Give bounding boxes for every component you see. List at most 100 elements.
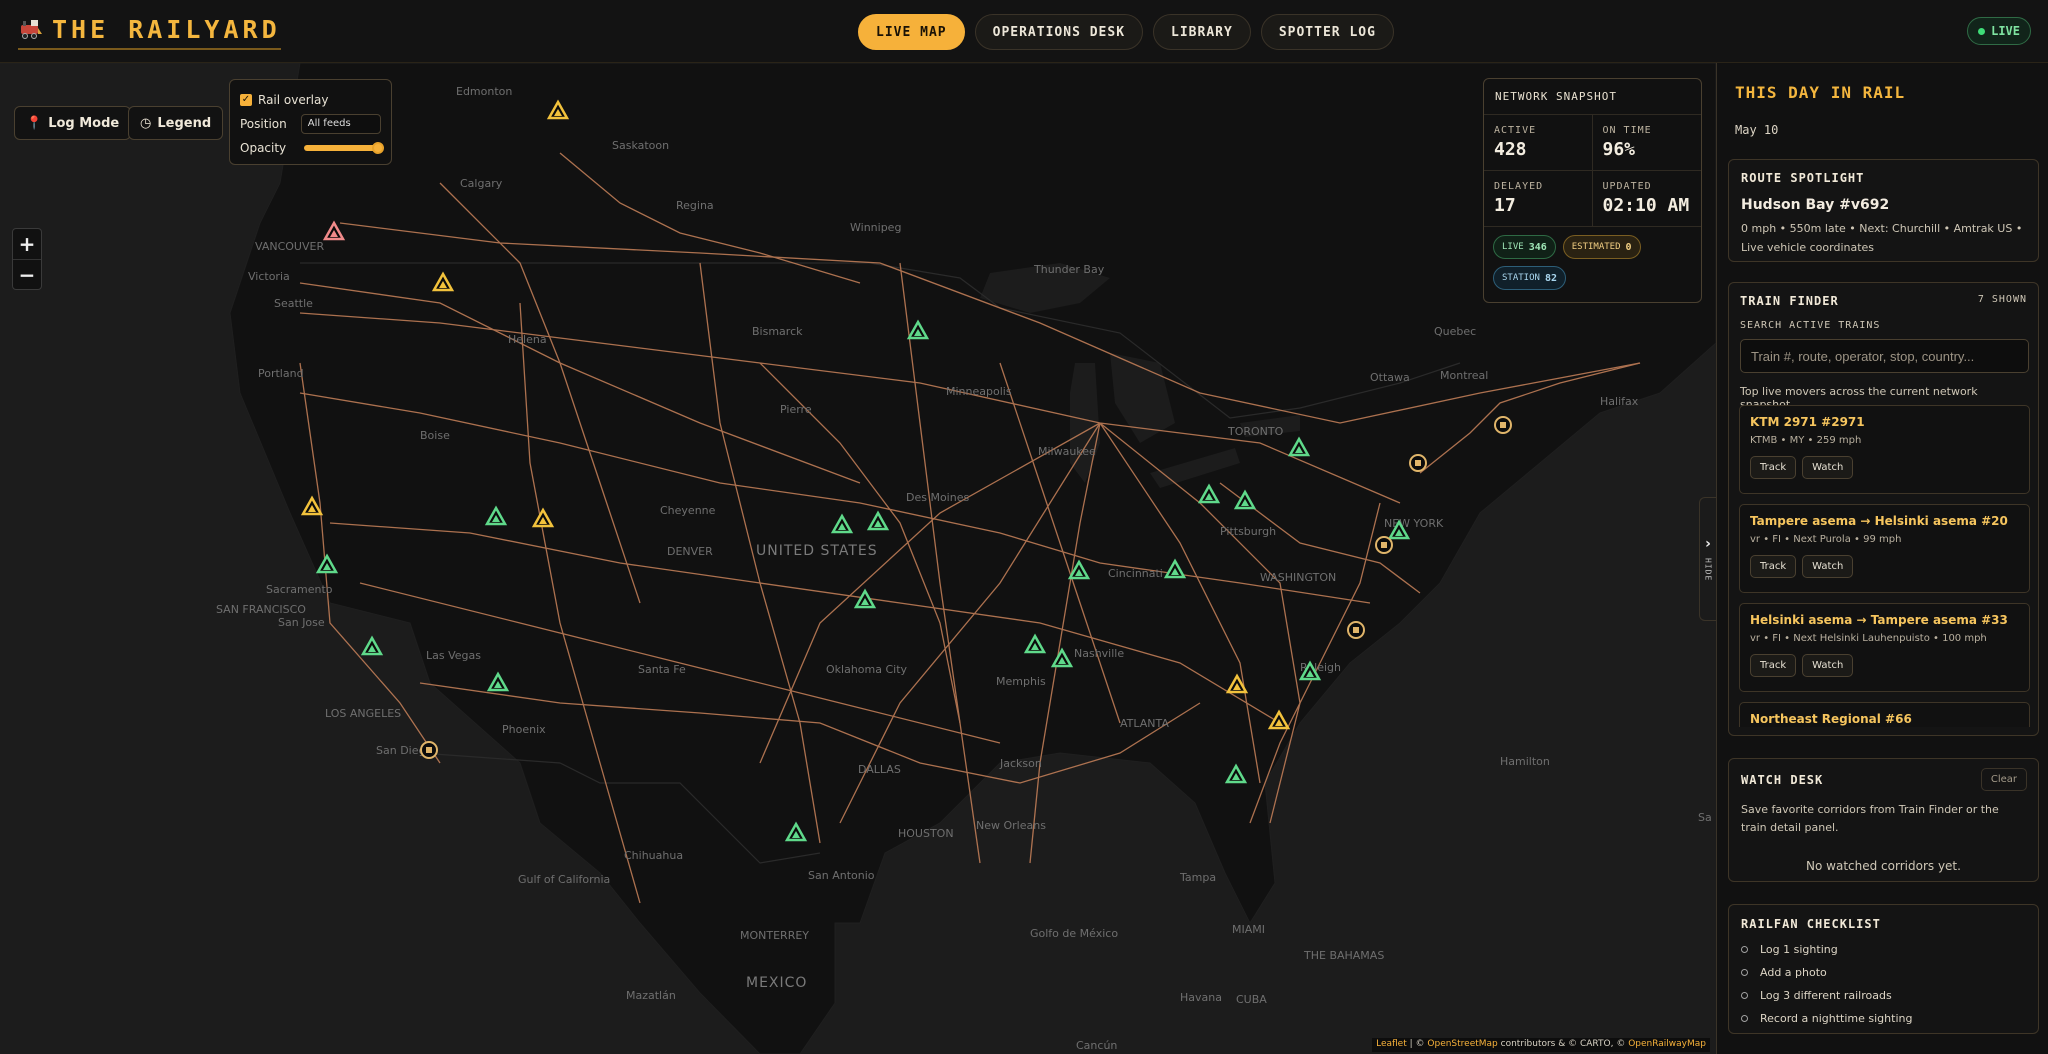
train-list-item[interactable]: Tampere asema → Helsinki asema #20 vr • …: [1739, 504, 2030, 593]
train-marker-ontime[interactable]: [854, 589, 876, 609]
zoom-out-button[interactable]: −: [13, 259, 41, 289]
opacity-slider-knob[interactable]: [372, 142, 385, 154]
train-marker-ontime[interactable]: [1234, 490, 1256, 510]
chip-estimated[interactable]: ESTIMATED 0: [1562, 235, 1641, 259]
train-marker-delayed[interactable]: [532, 508, 554, 528]
train-marker-ontime[interactable]: [1068, 560, 1090, 580]
train-name: Helsinki asema → Tampere asema #33: [1750, 613, 2008, 627]
opacity-slider[interactable]: [304, 142, 385, 154]
rail-map[interactable]: UNITED STATES MEXICO VANCOUVER Victoria …: [0, 63, 1716, 1054]
train-marker-ontime[interactable]: [1225, 764, 1247, 784]
circle-icon: [1741, 1015, 1748, 1022]
train-name: KTM 2971 #2971: [1750, 415, 1865, 429]
snapshot-updated: UPDATED 02:10 AM: [1592, 171, 1701, 227]
train-marker-ontime[interactable]: [1164, 559, 1186, 579]
zoom-control: + −: [12, 228, 42, 290]
train-marker-ontime[interactable]: [1198, 484, 1220, 504]
snapshot-ontime: ON TIME 96%: [1592, 115, 1701, 171]
station-marker[interactable]: [1409, 454, 1427, 472]
orm-link[interactable]: OpenRailwayMap: [1628, 1039, 1706, 1049]
checklist-item[interactable]: Record a nighttime sighting: [1741, 1007, 2026, 1030]
train-marker-late[interactable]: [323, 221, 345, 241]
checklist-title: RAILFAN CHECKLIST: [1741, 917, 1881, 931]
railfan-checklist-card: RAILFAN CHECKLIST Log 1 sighting Add a p…: [1728, 904, 2039, 1034]
chip-live[interactable]: LIVE 346: [1493, 235, 1556, 259]
snapshot-updated-value: 02:10 AM: [1602, 195, 1690, 216]
train-marker-delayed[interactable]: [301, 496, 323, 516]
route-spotlight-card: ROUTE SPOTLIGHT Hudson Bay #v692 0 mph •…: [1728, 159, 2039, 262]
live-status-badge: LIVE: [1967, 17, 2031, 45]
route-spotlight-title: ROUTE SPOTLIGHT: [1741, 171, 1865, 185]
clear-button[interactable]: Clear: [1980, 768, 2027, 791]
snapshot-delayed: DELAYED 17: [1484, 171, 1593, 227]
train-marker-ontime[interactable]: [831, 514, 853, 534]
train-marker-ontime[interactable]: [907, 320, 929, 340]
locomotive-icon: [21, 20, 42, 39]
station-marker[interactable]: [1375, 536, 1393, 554]
train-marker-ontime[interactable]: [361, 636, 383, 656]
train-marker-delayed[interactable]: [1226, 674, 1248, 694]
chip-estimated-value: 0: [1625, 241, 1632, 253]
zoom-in-button[interactable]: +: [13, 229, 41, 259]
train-marker-ontime[interactable]: [1388, 520, 1410, 540]
checklist-item[interactable]: Log 3 different railroads: [1741, 984, 2026, 1007]
station-marker[interactable]: [1494, 416, 1512, 434]
watch-button[interactable]: Watch: [1802, 654, 1854, 677]
train-marker-ontime[interactable]: [867, 511, 889, 531]
snapshot-active-value: 428: [1494, 139, 1527, 160]
station-marker[interactable]: [1347, 621, 1365, 639]
tab-operations-desk[interactable]: OPERATIONS DESK: [974, 14, 1144, 50]
track-button[interactable]: Track: [1750, 654, 1797, 677]
train-marker-ontime[interactable]: [785, 822, 807, 842]
position-select[interactable]: All feeds: [300, 114, 381, 134]
position-label: Position: [240, 117, 287, 131]
snapshot-chips: LIVE 346 ESTIMATED 0 STATION 82: [1484, 227, 1701, 290]
sidebar-date: May 10: [1735, 123, 1779, 137]
train-search-input[interactable]: [1740, 339, 2029, 373]
hide-sidebar-toggle[interactable]: › HIDE: [1699, 497, 1716, 621]
checklist-item[interactable]: Log 1 sighting: [1741, 938, 2026, 961]
train-marker-ontime[interactable]: [1024, 634, 1046, 654]
train-markers-layer: [301, 100, 1512, 842]
tab-library[interactable]: LIBRARY: [1153, 14, 1251, 50]
chip-station[interactable]: STATION 82: [1493, 266, 1566, 290]
tab-live-map[interactable]: LIVE MAP: [858, 14, 965, 50]
train-marker-delayed[interactable]: [547, 100, 569, 120]
watch-button[interactable]: Watch: [1802, 555, 1854, 578]
osm-link[interactable]: OpenStreetMap: [1427, 1039, 1497, 1049]
train-marker-ontime[interactable]: [1299, 661, 1321, 681]
watch-button[interactable]: Watch: [1802, 456, 1854, 479]
train-name: Tampere asema → Helsinki asema #20: [1750, 514, 2008, 528]
route-spotlight-name[interactable]: Hudson Bay #v692: [1741, 197, 2026, 213]
checklist-item[interactable]: Add a photo: [1741, 961, 2026, 984]
track-button[interactable]: Track: [1750, 456, 1797, 479]
train-marker-ontime[interactable]: [316, 554, 338, 574]
track-button[interactable]: Track: [1750, 555, 1797, 578]
leaflet-link[interactable]: Leaflet: [1376, 1039, 1407, 1049]
log-mode-button[interactable]: 📍 Log Mode: [14, 106, 132, 140]
legend-button[interactable]: ◷ Legend: [128, 106, 224, 140]
rail-overlay-label: Rail overlay: [258, 93, 329, 107]
train-list-item[interactable]: Helsinki asema → Tampere asema #33 vr • …: [1739, 603, 2030, 692]
train-marker-ontime[interactable]: [487, 672, 509, 692]
train-meta: vr • FI • Next Helsinki Lauhenpuisto • 1…: [1750, 633, 1987, 644]
chip-station-label: STATION: [1502, 273, 1540, 283]
attribution-sep: | ©: [1406, 1039, 1428, 1049]
station-marker[interactable]: [420, 741, 438, 759]
train-marker-delayed[interactable]: [432, 272, 454, 292]
train-list-item[interactable]: Northeast Regional #66: [1739, 702, 2030, 727]
brand[interactable]: THE RAILYARD: [18, 12, 281, 50]
tab-spotter-log[interactable]: SPOTTER LOG: [1260, 14, 1394, 50]
map-attribution: Leaflet | © OpenStreetMap contributors &…: [1372, 1038, 1710, 1052]
snapshot-ontime-label: ON TIME: [1602, 125, 1652, 136]
attribution-mid: contributors & © CARTO, ©: [1497, 1039, 1629, 1049]
compass-icon: ◷: [140, 115, 152, 131]
log-mode-label: Log Mode: [48, 115, 120, 131]
train-list-item[interactable]: KTM 2971 #2971 KTMB • MY • 259 mph Track…: [1739, 405, 2030, 494]
rail-overlay-checkbox[interactable]: ✓: [240, 94, 252, 106]
top-bar: THE RAILYARD LIVE MAP OPERATIONS DESK LI…: [0, 0, 2048, 63]
train-marker-ontime[interactable]: [1288, 437, 1310, 457]
train-marker-ontime[interactable]: [485, 506, 507, 526]
train-marker-ontime[interactable]: [1051, 648, 1073, 668]
train-marker-delayed[interactable]: [1268, 710, 1290, 730]
